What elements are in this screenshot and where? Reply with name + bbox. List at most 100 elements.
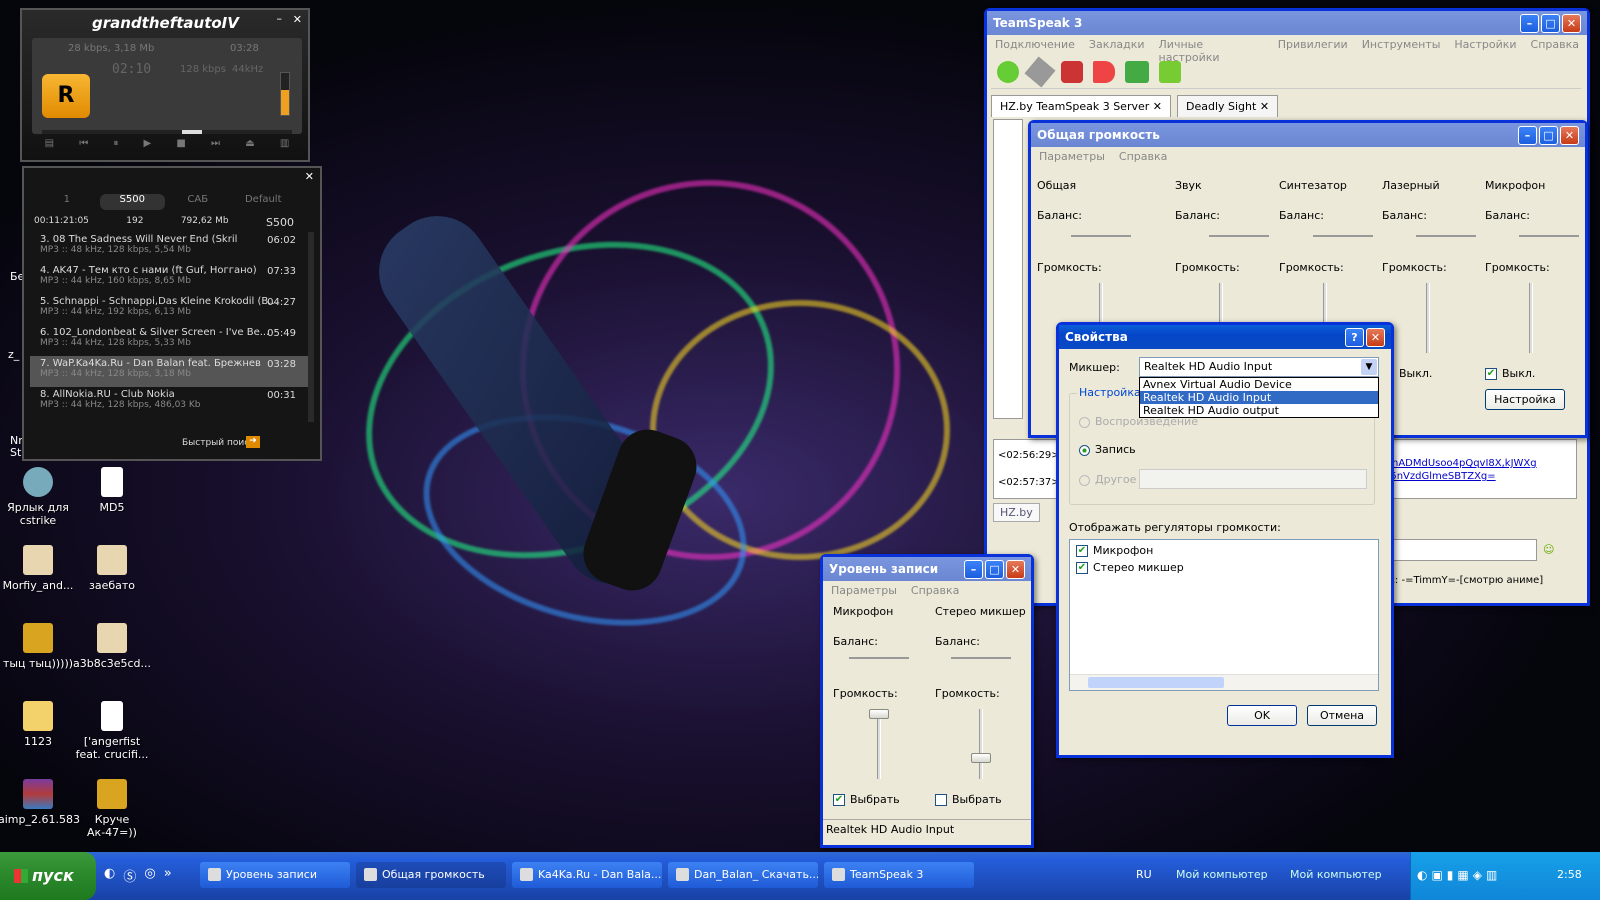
desktop-icon[interactable]: MD5 — [72, 467, 152, 514]
menu-item[interactable]: Настройки — [1454, 38, 1516, 52]
menu-item[interactable]: Подключение — [995, 38, 1075, 52]
playlist-tab[interactable]: Default — [231, 194, 297, 210]
cancel-button[interactable]: Отмена — [1307, 705, 1377, 726]
list-item[interactable]: 8. AllNokia.RU - Club Nokia MP3 :: 44 kHz… — [30, 387, 314, 418]
language-indicator[interactable]: RU — [1136, 868, 1152, 881]
bookmark-icon[interactable] — [1024, 56, 1056, 88]
chat-tab-hz[interactable]: HZ.by — [993, 503, 1040, 522]
megaphone-icon[interactable] — [1093, 61, 1115, 83]
volume-slider[interactable] — [1529, 283, 1533, 353]
balance-slider[interactable] — [1313, 235, 1373, 237]
check-microphone[interactable]: ✔ Микрофон — [1076, 544, 1372, 557]
properties-titlebar[interactable]: Свойства ? ✕ — [1059, 325, 1391, 349]
mixer-select[interactable]: Realtek HD Audio Input ▼ — [1139, 357, 1379, 377]
desktop-icon[interactable]: a3b8c3e5cd... — [72, 623, 152, 670]
volume-slider[interactable] — [979, 709, 983, 779]
close-button[interactable]: ✕ — [1366, 327, 1385, 347]
select-checkbox[interactable]: Выбрать — [935, 793, 1002, 806]
radio-other[interactable]: Другое — [1079, 473, 1136, 486]
menu-item[interactable]: Справка — [1119, 150, 1167, 164]
menu-item[interactable]: Личные настройки — [1159, 38, 1264, 64]
radio-record[interactable]: Запись — [1079, 443, 1136, 456]
close-button[interactable]: ✕ — [1006, 559, 1025, 579]
connect-icon[interactable] — [997, 61, 1019, 83]
desktop-icon[interactable]: заебато — [72, 545, 152, 592]
emoticon-icon[interactable]: ☺ — [1543, 543, 1554, 556]
chat-link[interactable]: isnADMdUsoo4pQqvI8X,kJWXg — [1384, 458, 1537, 469]
list-item[interactable]: 4. AK47 - Тем кто с нами (ft Guf, Ногган… — [30, 263, 314, 294]
list-item[interactable]: 5. Schnappi - Schnappi,Das Kleine Krokod… — [30, 294, 314, 325]
dropdown-option[interactable]: Avnex Virtual Audio Device — [1140, 378, 1378, 391]
stop-icon[interactable]: ■ — [176, 138, 185, 158]
minimize-button[interactable]: – — [964, 559, 983, 579]
select-checkbox[interactable]: ✔ Выбрать — [833, 793, 900, 806]
close-button[interactable]: ✕ — [1562, 13, 1581, 33]
balance-slider[interactable] — [1071, 235, 1131, 237]
taskbar-item[interactable]: Ka4Ka.Ru - Dan Bala... — [512, 862, 662, 888]
menu-item[interactable]: Инструменты — [1362, 38, 1441, 52]
balance-slider[interactable] — [1416, 235, 1476, 237]
tab-deadly-sight[interactable]: Deadly Sight ✕ — [1177, 95, 1279, 117]
volume-titlebar[interactable]: Общая громкость – □ ✕ — [1031, 123, 1585, 147]
camera-icon[interactable] — [1125, 61, 1149, 83]
app-icon[interactable]: ◐ — [104, 866, 115, 885]
disconnect-icon[interactable] — [1061, 61, 1083, 83]
playlist-scrollbar[interactable] — [308, 232, 314, 422]
taskbar-item-active[interactable]: Общая громкость — [356, 862, 506, 888]
volume-slider[interactable] — [1426, 283, 1430, 353]
chat-link[interactable]: q5nVzdGlmeSBTZXg= — [1384, 471, 1496, 482]
quick-search-label[interactable]: Быстрый поис — [182, 438, 249, 448]
minimize-button[interactable]: – — [1518, 125, 1537, 145]
desktop-icon[interactable]: 1123 — [0, 701, 78, 748]
close-tab-icon[interactable]: ✕ — [1260, 100, 1269, 113]
clock[interactable]: 2:58 — [1557, 868, 1582, 881]
contacts-icon[interactable] — [1159, 61, 1181, 83]
menu-item[interactable]: Закладки — [1089, 38, 1145, 52]
taskbar-item[interactable]: Уровень записи — [200, 862, 350, 888]
taskbar-item[interactable]: Dan_Balan_ Скачать... — [668, 862, 818, 888]
arrow-right-icon[interactable]: ➜ — [246, 436, 260, 448]
balance-slider[interactable] — [951, 657, 1011, 659]
tab-server[interactable]: HZ.by TeamSpeak 3 Server ✕ — [991, 95, 1171, 117]
desktop-icon[interactable]: тыц тыц))))) — [0, 623, 78, 670]
desktop-icon[interactable]: Morfiy_and... — [0, 545, 78, 592]
minimize-button[interactable]: – — [1520, 13, 1539, 33]
eq-icon[interactable]: ▥ — [280, 138, 289, 158]
player-seek-bar[interactable] — [42, 130, 292, 134]
playlist-close-icon[interactable]: ✕ — [305, 170, 314, 183]
settings-button[interactable]: Настройка — [1485, 389, 1565, 410]
desktop-icon[interactable]: ['angerfist feat. crucifi... — [72, 701, 152, 761]
skype-icon[interactable]: Ⓢ — [123, 866, 136, 885]
maximize-button[interactable]: □ — [1539, 125, 1558, 145]
teamspeak-titlebar[interactable]: TeamSpeak 3 – □ ✕ — [987, 11, 1587, 35]
menu-item[interactable]: Параметры — [1039, 150, 1105, 164]
tray-icons[interactable]: ◐▣▮▦◈▥ — [1417, 868, 1501, 882]
volume-slider-thumb[interactable] — [971, 753, 991, 763]
player-volume-bar[interactable] — [280, 72, 290, 116]
list-item-selected[interactable]: 7. WaP.Ka4Ka.Ru - Dan Balan feat. Брежне… — [30, 356, 314, 387]
volume-slider[interactable] — [877, 709, 881, 779]
maximize-button[interactable]: □ — [1541, 13, 1560, 33]
balance-slider[interactable] — [1519, 235, 1579, 237]
close-button[interactable]: ✕ — [1560, 125, 1579, 145]
mute-checkbox[interactable]: ✔ Выкл. — [1485, 367, 1535, 380]
list-item[interactable]: 6. 102_Londonbeat & Silver Screen - I've… — [30, 325, 314, 356]
toolbar-my-computer[interactable]: Мой компьютер — [1176, 868, 1268, 881]
taskbar-item[interactable]: TeamSpeak 3 — [824, 862, 974, 888]
record-titlebar[interactable]: Уровень записи – □ ✕ — [823, 557, 1031, 581]
menu-item[interactable]: Привилегии — [1278, 38, 1348, 52]
start-button[interactable]: пуск — [0, 852, 96, 900]
playlist-icon[interactable]: ▤ — [45, 138, 54, 158]
balance-slider[interactable] — [1209, 235, 1269, 237]
menu-item[interactable]: Параметры — [831, 584, 897, 598]
close-tab-icon[interactable]: ✕ — [1153, 100, 1162, 113]
eject-icon[interactable]: ⏏ — [245, 138, 254, 158]
controls-list[interactable]: ✔ Микрофон ✔ Стерео микшер — [1069, 539, 1379, 691]
desktop-icon[interactable]: Круче Ак-47=)) — [72, 779, 152, 839]
pause-icon[interactable]: ⏸ — [113, 138, 118, 158]
maximize-button[interactable]: □ — [985, 559, 1004, 579]
channel-tree[interactable] — [993, 119, 1023, 419]
chevron-down-icon[interactable]: ▼ — [1361, 359, 1377, 375]
menu-item[interactable]: Справка — [911, 584, 959, 598]
toolbar-my-computer[interactable]: Мой компьютер — [1290, 868, 1382, 881]
